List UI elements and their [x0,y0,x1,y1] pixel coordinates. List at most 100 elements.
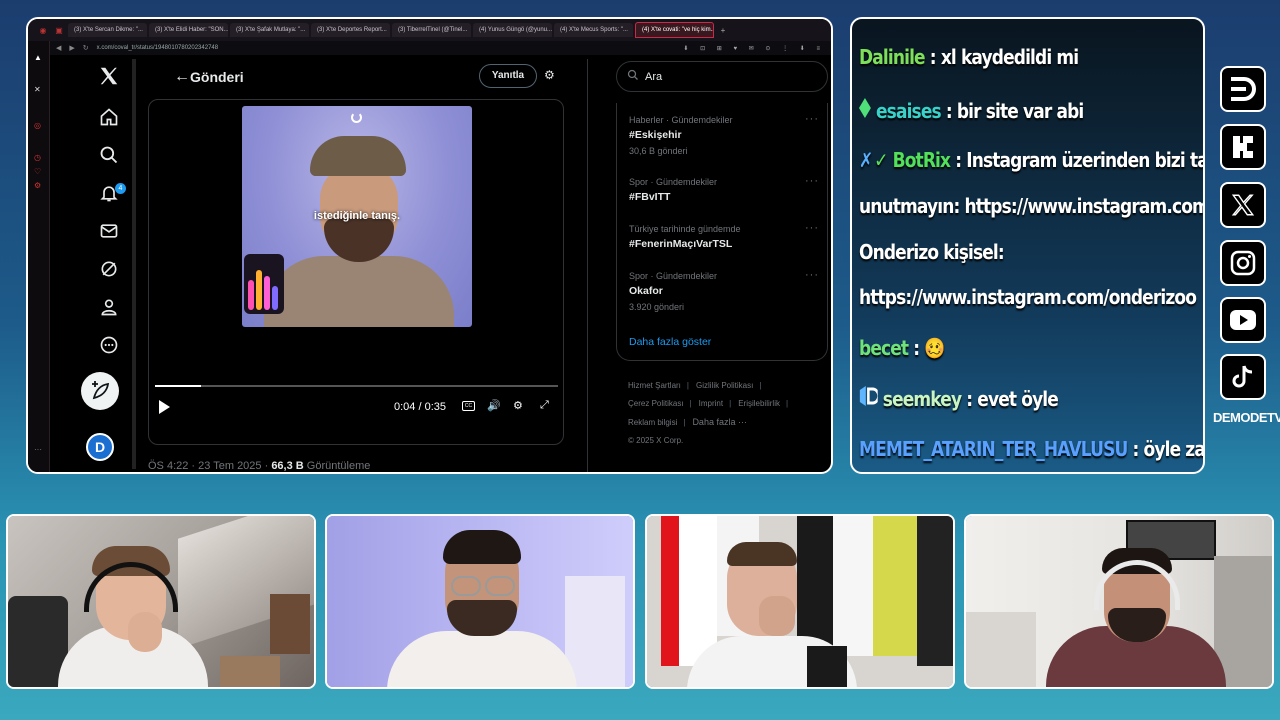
youtube-icon [1220,297,1266,343]
show-more-link[interactable]: Daha fazla göster [629,336,711,348]
home-icon[interactable] [84,107,134,127]
tab-overview-icon[interactable]: ▣ [52,26,66,35]
footer-more-link[interactable]: Daha fazla ··· [692,417,747,427]
trend-item[interactable]: Spor · Gündemdekiler Okafor 3.920 gönder… [629,269,819,312]
browser-window: ◉ ▣ (3) X'te Sercan Dikme: "... (3) X'te… [26,17,833,474]
grok-icon[interactable] [84,259,134,279]
explore-search-icon[interactable] [84,145,134,165]
sidebar-record-icon[interactable]: ◎ [34,121,41,130]
compose-post-button[interactable] [81,372,119,410]
trend-count: 3.920 gönderi [629,302,685,312]
video-frame[interactable]: istediğinle tanış. [242,106,472,327]
browser-tab[interactable]: (3) TiberrelTinel (@Tinel... [392,23,471,37]
trend-tag: #Eskişehir [629,129,682,141]
more-circle-icon[interactable] [84,335,134,355]
instagram-icon [1220,240,1266,286]
copyright: © 2025 X Corp. [628,436,684,445]
trend-item[interactable]: Haberler · Gündemdekiler #Eskişehir 30,6… [629,113,819,156]
captions-icon[interactable]: CC [462,401,475,411]
chat-username: Dalinile [859,45,926,69]
reply-settings-sliders-icon[interactable]: ⚙ [544,68,555,82]
video-progress-bar[interactable] [155,385,558,387]
opera-logo-icon[interactable]: ◉ [36,26,50,35]
browser-toolbar-icons[interactable]: ⬇ ⊡ ⊞ ♥ ✉ ⊙ ⋮ ⬇ ≡ [683,45,831,52]
video-progress-fill [155,385,201,387]
fullscreen-icon[interactable]: ⤢ [540,399,549,412]
right-sidebar: Ara Haberler · Gündemdekiler #Eskişehir … [602,59,831,472]
microphone-lights [244,254,284,314]
chat-text: : [908,336,925,360]
x-icon [1220,182,1266,228]
reply-button[interactable]: Yanıtla [479,64,537,88]
volume-icon[interactable]: 🔊 [487,399,501,412]
settings-gear-icon[interactable]: ⚙ [513,399,523,412]
profile-person-icon[interactable] [84,297,134,317]
browser-tab[interactable]: (4) Yunus Güngö (@yunu... [473,23,552,37]
notification-count-badge: 4 [115,183,126,194]
footer-link[interactable]: Çerez Politikası [628,399,684,408]
x-logo-icon[interactable] [84,65,134,87]
nav-scrollbar[interactable] [132,59,136,469]
browser-tab[interactable]: (3) X'te Sercan Dikme: "... [68,23,147,37]
sidebar-clock-icon[interactable]: ◷ [34,153,41,162]
browser-tab[interactable]: (4) X'te Mecus Sports: "... [554,23,633,37]
footer-link[interactable]: Imprint [699,399,723,408]
video-time: 0:04 / 0:35 [394,401,446,413]
post-meta: ÖS 4:22 · 23 Tem 2025 · 66,3 B Görüntüle… [148,460,370,472]
stream-chat: Dalinile : xl kaydedildi mi esaises : bi… [850,17,1205,474]
post-detail-column: ← Gönderi Yanıtla ⚙ istediğinle tanış. 0… [148,59,588,472]
footer-link[interactable]: Erişilebilirlik [738,399,780,408]
new-tab-icon[interactable]: + [716,26,730,35]
footer-link[interactable]: Gizlilik Politikası [696,381,753,390]
browser-tab[interactable]: (3) X'te Şafak Mutlaya: "... [230,23,309,37]
browser-sidebar: ▲ ✕ ◎ ◷ ♡ ⚙ ··· [28,41,50,472]
browser-tab[interactable]: (3) X'te Deportes Report... [311,23,390,37]
trend-more-icon[interactable]: ··· [805,175,819,187]
footer-link[interactable]: Reklam bilgisi [628,418,677,427]
sidebar-settings-icon[interactable]: ⚙ [34,181,41,190]
chat-text: : Instagram üzerinden bizi takip etmeyi [955,148,1203,172]
post-header: ← Gönderi Yanıtla ⚙ [148,59,588,95]
x-sidebar-icon[interactable]: ✕ [34,85,41,94]
chat-username: esaises [876,99,942,123]
trend-count: 30,6 B gönderi [629,146,688,156]
forward-arrow-icon[interactable]: ▶ [69,44,74,52]
chat-username: MEMET_ATARIN_TER_HAVLUSU [859,437,1128,461]
trend-tag: #FBvITT [629,191,671,203]
back-arrow-icon[interactable]: ◀ [56,44,61,52]
trend-item[interactable]: Spor · Gündemdekiler #FBvITT ··· [629,175,819,203]
aria-icon[interactable]: ▲ [34,53,42,62]
webcam-feed [6,514,316,689]
chat-text: : xl kaydedildi mi [924,45,1079,69]
trend-more-icon[interactable]: ··· [805,113,819,125]
footer-link[interactable]: Hizmet Şartları [628,381,681,390]
messages-envelope-icon[interactable] [84,221,134,241]
account-avatar[interactable]: D [86,433,114,461]
chat-message: MEMET_ATARIN_TER_HAVLUSU : öyle zaten [859,437,1203,461]
footer-links: Hizmet Şartları | Gizlilik Politikası | Çer… [628,381,789,445]
url-text[interactable]: x.com/coval_tr/status/194801078020234274… [97,45,218,51]
trend-more-icon[interactable]: ··· [805,222,819,234]
search-input[interactable]: Ara [616,61,828,92]
reload-icon[interactable]: ↻ [83,44,89,52]
play-icon[interactable] [159,400,170,414]
chat-text: : evet öyle [961,387,1059,411]
post-timestamp[interactable]: ÖS 4:22 · 23 Tem 2025 · [148,460,271,472]
chat-username: becet [859,336,909,360]
trend-category: Spor · Gündemdekiler [629,271,718,281]
video-player[interactable]: istediğinle tanış. 0:04 / 0:35 CC 🔊 ⚙ ⤢ [148,99,564,445]
search-placeholder: Ara [645,70,663,83]
chat-username: seemkey [882,387,962,411]
trend-item[interactable]: Türkiye tarihinde gündemde #FenerinMaçıV… [629,222,819,250]
trend-more-icon[interactable]: ··· [805,269,819,281]
sidebar-heart-icon[interactable]: ♡ [34,167,41,176]
notifications-bell-icon[interactable]: 4 [84,183,134,203]
sidebar-more-icon[interactable]: ··· [34,445,42,454]
browser-tab-active[interactable]: (4) X'te covati: "ve hiç kim... [635,22,714,38]
back-arrow-icon[interactable]: ← [174,68,190,86]
video-controls: 0:04 / 0:35 CC 🔊 ⚙ ⤢ [149,398,563,418]
chat-text: : bir site var abi [940,99,1084,123]
browser-tab[interactable]: (3) X'te Elidi Haber: "SON... [149,23,228,37]
kick-k-icon [1220,124,1266,170]
chat-message-continued: https://www.instagram.com/onderizoo [859,285,1197,309]
